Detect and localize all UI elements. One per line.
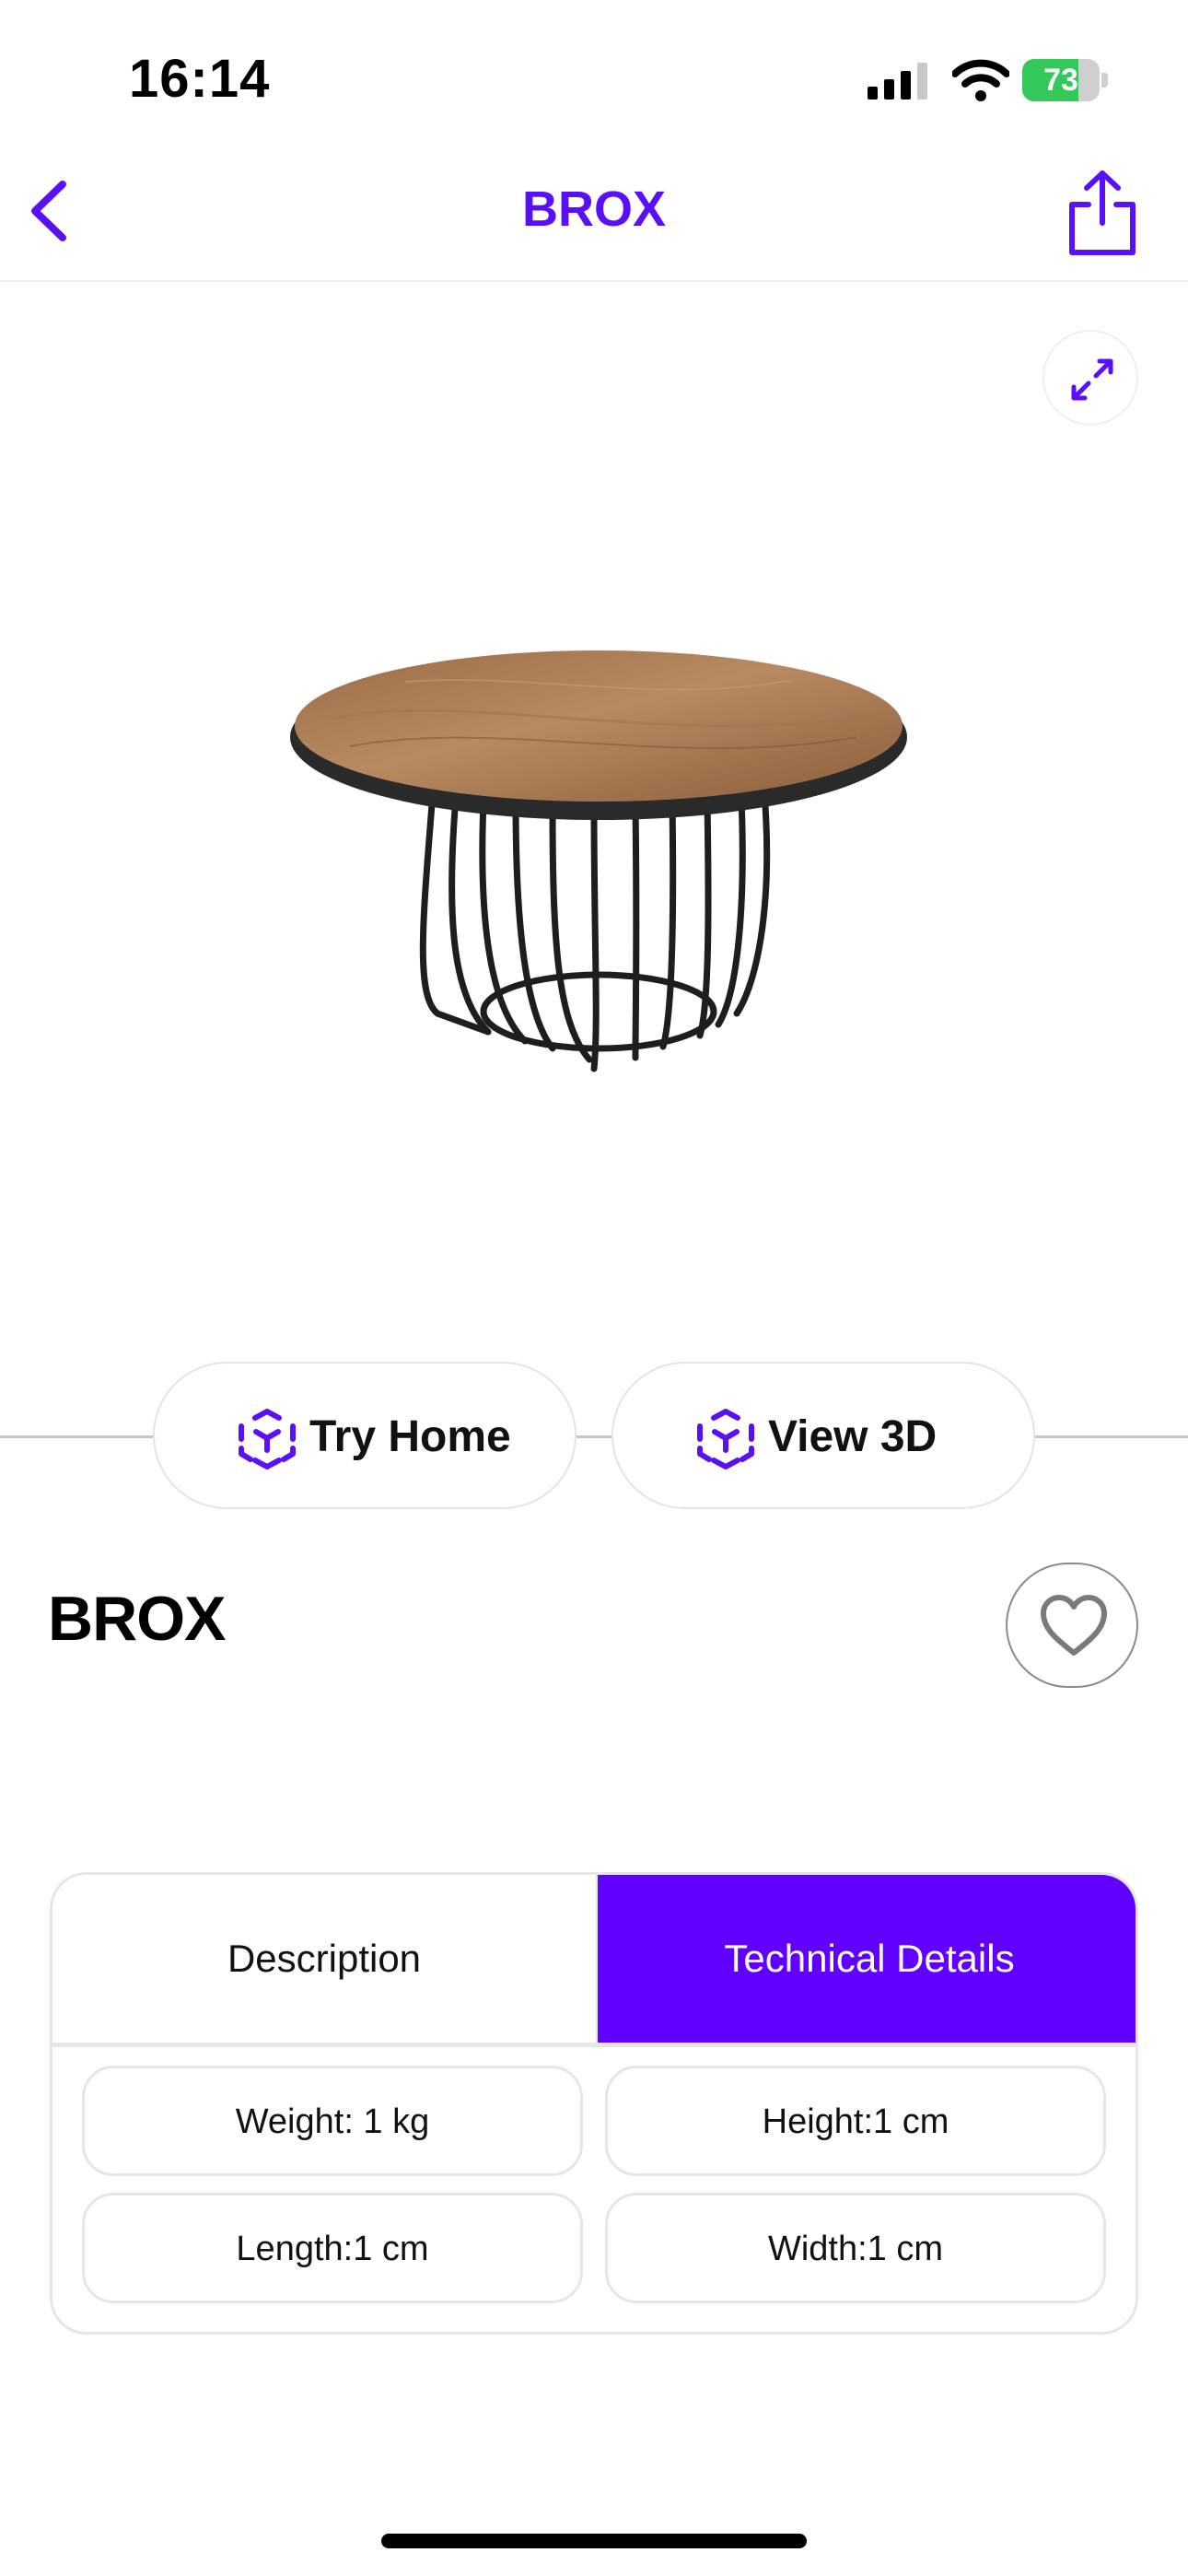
view-3d-label: View 3D [768,1412,938,1461]
view-3d-button[interactable]: View 3D [611,1362,1035,1509]
share-icon[interactable] [1059,168,1146,260]
heart-icon [1041,1595,1107,1656]
tab-technical-details[interactable]: Technical Details [598,1875,1136,2043]
tab-divider [52,2043,1136,2047]
divider-line [1033,1435,1188,1438]
try-home-label: Try Home [309,1412,511,1461]
nav-divider [0,280,1188,282]
details-card: Description Technical Details Weight: 1 … [50,1872,1138,2335]
page-title: BROX [521,181,666,237]
favorite-button[interactable] [1006,1563,1138,1688]
expand-button[interactable] [1042,330,1138,426]
cellular-signal-icon [868,63,927,100]
spec-weight: Weight: 1 kg [82,2066,583,2176]
ar-cube-icon [697,1409,754,1469]
ar-cube-icon [239,1409,296,1469]
chevron-left-icon[interactable] [18,171,77,251]
battery-level: 73 [1043,63,1078,98]
status-time: 16:14 [129,49,271,109]
spec-length: Length:1 cm [82,2193,583,2303]
divider-line [0,1435,153,1438]
divider-line [577,1435,611,1438]
battery-charging-icon: 73 [1022,59,1109,101]
try-home-button[interactable]: Try Home [153,1362,577,1509]
product-name: BROX [48,1584,226,1654]
tab-description[interactable]: Description [52,1875,598,2043]
spec-width: Width:1 cm [605,2193,1106,2303]
wifi-icon [952,59,1009,101]
product-image [290,650,907,1072]
expand-arrows-icon [1071,358,1113,401]
spec-height: Height:1 cm [605,2066,1106,2176]
home-indicator [381,2534,807,2548]
